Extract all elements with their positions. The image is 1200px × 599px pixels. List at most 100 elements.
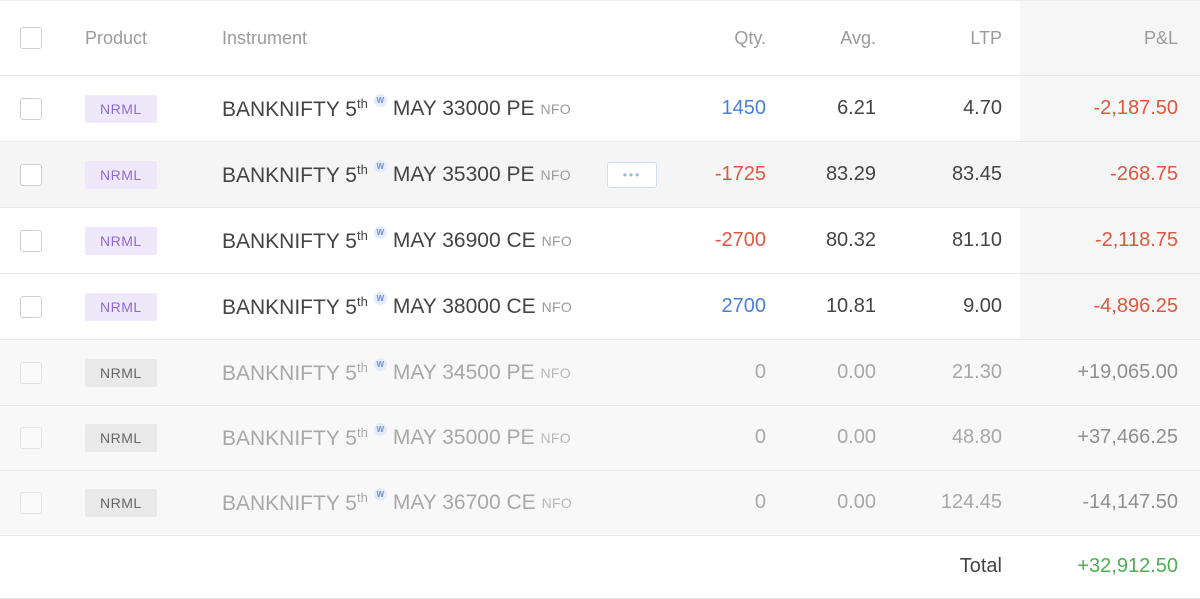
weekly-expiry-icon: W <box>373 160 387 173</box>
product-badge: NRML <box>85 358 157 387</box>
qty-cell: 0 <box>754 426 766 448</box>
instrument-cell[interactable]: BANKNIFTY 5th W MAY 34500 PE NFO <box>222 340 571 405</box>
more-options-button[interactable]: ••• <box>607 161 657 188</box>
instrument-cell[interactable]: BANKNIFTY 5th W MAY 35300 PE NFO <box>222 142 571 207</box>
weekly-expiry-icon: W <box>373 488 387 501</box>
exchange-label: NFO <box>541 232 573 249</box>
product-badge: NRML <box>85 94 157 123</box>
header-avg[interactable]: Avg. <box>840 1 876 75</box>
select-all-checkbox[interactable] <box>20 27 42 49</box>
ltp-cell: 21.30 <box>951 361 1002 383</box>
instrument-name: BANKNIFTY 5th <box>222 162 368 188</box>
ltp-cell: 124.45 <box>940 491 1002 513</box>
weekly-expiry-icon: W <box>373 226 387 239</box>
instrument-name: BANKNIFTY 5th <box>222 360 368 386</box>
exchange-label: NFO <box>540 429 571 446</box>
row-checkbox-cell[interactable] <box>20 142 42 207</box>
row-checkbox-cell[interactable] <box>20 405 42 470</box>
row-checkbox[interactable] <box>20 361 42 384</box>
qty-cell: -1725 <box>714 163 766 185</box>
header-ltp[interactable]: LTP <box>970 1 1002 75</box>
instrument-cell[interactable]: BANKNIFTY 5th W MAY 36700 CE NFO <box>222 470 572 535</box>
table-row[interactable]: NRML BANKNIFTY 5th W MAY 36900 CE NFO -2700… <box>0 208 1200 274</box>
row-checkbox-cell[interactable] <box>20 470 42 535</box>
header-instrument[interactable]: Instrument <box>222 1 307 75</box>
header-qty[interactable]: Qty. <box>734 1 766 75</box>
exchange-label: NFO <box>540 100 571 117</box>
qty-cell: 0 <box>754 491 766 513</box>
product-cell: NRML <box>85 340 157 405</box>
product-cell: NRML <box>85 76 157 141</box>
pl-cell: -268.75 <box>1110 163 1178 185</box>
select-all-checkbox-cell[interactable] <box>20 1 42 75</box>
pl-cell: -2,187.50 <box>1093 97 1178 119</box>
ltp-cell: 9.00 <box>963 295 1002 317</box>
product-cell: NRML <box>85 142 157 207</box>
ltp-cell: 4.70 <box>963 97 1002 119</box>
row-checkbox-cell[interactable] <box>20 76 42 141</box>
product-badge: NRML <box>85 226 157 255</box>
instrument-contract: MAY 35300 PE <box>392 162 535 186</box>
instrument-name: BANKNIFTY 5th <box>222 425 368 451</box>
pl-cell: +37,466.25 <box>1077 426 1178 448</box>
header-product[interactable]: Product <box>85 1 147 75</box>
table-header: Product Instrument Qty. Avg. LTP P&L <box>0 0 1200 76</box>
row-checkbox[interactable] <box>20 491 42 514</box>
ltp-cell: 81.10 <box>951 229 1002 251</box>
product-cell: NRML <box>85 208 157 273</box>
avg-cell: 80.32 <box>825 229 876 251</box>
expiry-ordinal: th <box>356 424 368 440</box>
avg-cell: 10.81 <box>825 295 876 317</box>
instrument-name: BANKNIFTY 5th <box>222 228 368 254</box>
expiry-ordinal: th <box>356 227 368 243</box>
avg-cell: 0.00 <box>837 491 876 513</box>
table-row[interactable]: NRML BANKNIFTY 5th W MAY 38000 CE NFO 2700 … <box>0 274 1200 340</box>
qty-cell: 0 <box>754 361 766 383</box>
product-cell: NRML <box>85 470 157 535</box>
row-checkbox[interactable] <box>20 295 42 318</box>
instrument-symbol: BANKNIFTY 5 <box>222 426 357 450</box>
instrument-cell[interactable]: BANKNIFTY 5th W MAY 33000 PE NFO <box>222 76 571 141</box>
avg-cell: 6.21 <box>837 97 876 119</box>
product-badge: NRML <box>85 488 157 517</box>
instrument-cell[interactable]: BANKNIFTY 5th W MAY 36900 CE NFO <box>222 208 572 273</box>
row-checkbox[interactable] <box>20 163 42 186</box>
avg-cell: 0.00 <box>837 361 876 383</box>
instrument-symbol: BANKNIFTY 5 <box>222 229 357 253</box>
row-checkbox[interactable] <box>20 229 42 252</box>
instrument-cell[interactable]: BANKNIFTY 5th W MAY 38000 CE NFO <box>222 274 572 339</box>
weekly-expiry-icon: W <box>373 292 387 305</box>
product-cell: NRML <box>85 405 157 470</box>
row-checkbox-cell[interactable] <box>20 340 42 405</box>
pl-cell: -14,147.50 <box>1082 491 1178 513</box>
instrument-name: BANKNIFTY 5th <box>222 490 368 516</box>
pl-cell: -4,896.25 <box>1093 295 1178 317</box>
expiry-ordinal: th <box>356 489 368 505</box>
qty-cell: 1450 <box>721 97 767 119</box>
product-cell: NRML <box>85 274 157 339</box>
row-checkbox[interactable] <box>20 97 42 120</box>
row-checkbox-cell[interactable] <box>20 208 42 273</box>
expiry-ordinal: th <box>356 95 368 111</box>
instrument-symbol: BANKNIFTY 5 <box>222 295 357 319</box>
header-pl[interactable]: P&L <box>1144 1 1178 75</box>
table-row[interactable]: NRML BANKNIFTY 5th W MAY 33000 PE NFO 1450 … <box>0 76 1200 142</box>
table-row[interactable]: NRML BANKNIFTY 5th W MAY 35300 PE NFO ••• -… <box>0 142 1200 208</box>
weekly-expiry-icon: W <box>373 358 387 371</box>
avg-cell: 0.00 <box>837 426 876 448</box>
expiry-ordinal: th <box>356 359 368 375</box>
instrument-contract: MAY 36700 CE <box>392 490 536 514</box>
table-row[interactable]: NRML BANKNIFTY 5th W MAY 34500 PE NFO 0 0.0… <box>0 340 1200 406</box>
pl-cell: +19,065.00 <box>1077 361 1178 383</box>
table-row[interactable]: NRML BANKNIFTY 5th W MAY 35000 PE NFO 0 0.0… <box>0 405 1200 471</box>
row-checkbox-cell[interactable] <box>20 274 42 339</box>
row-options-cell[interactable]: ••• <box>607 142 657 207</box>
row-checkbox[interactable] <box>20 426 42 449</box>
avg-cell: 83.29 <box>825 163 876 185</box>
table-row[interactable]: NRML BANKNIFTY 5th W MAY 36700 CE NFO 0 0.0… <box>0 470 1200 536</box>
expiry-ordinal: th <box>356 161 368 177</box>
instrument-contract: MAY 35000 PE <box>392 425 535 449</box>
total-label: Total <box>959 555 1002 577</box>
instrument-cell[interactable]: BANKNIFTY 5th W MAY 35000 PE NFO <box>222 405 571 470</box>
ltp-cell: 83.45 <box>951 163 1002 185</box>
